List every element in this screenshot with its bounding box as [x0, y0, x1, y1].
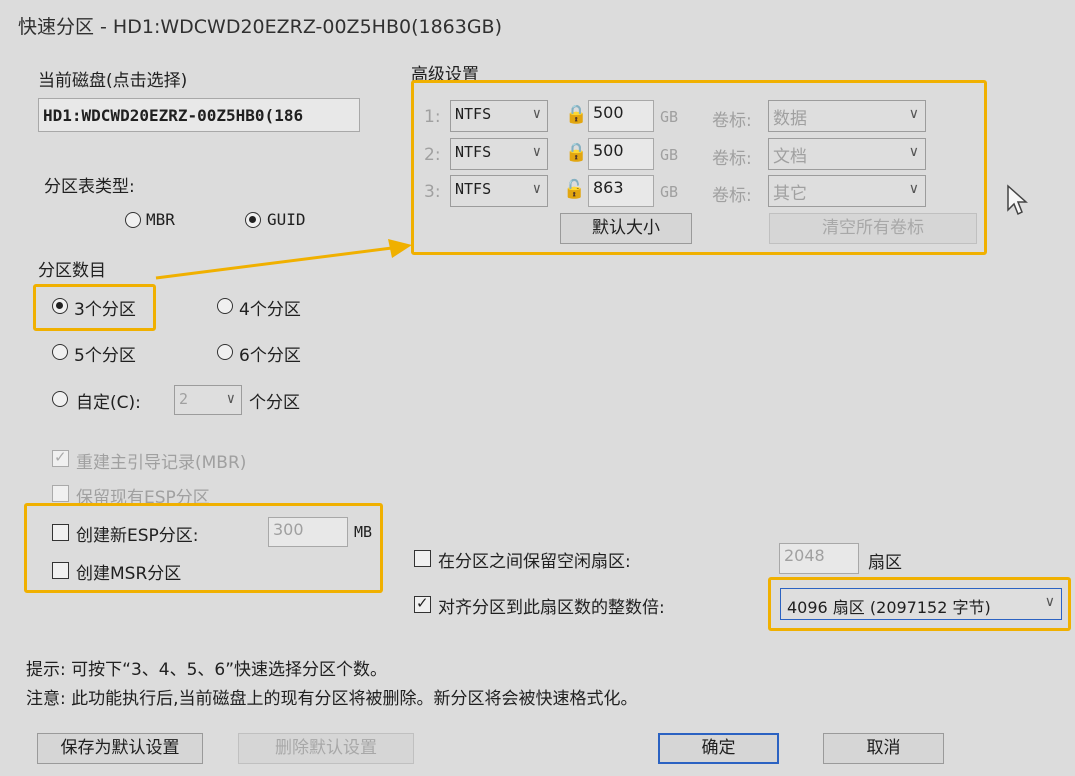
rebuild-mbr-label: 重建主引导记录(MBR)	[76, 453, 247, 473]
radio-4-partitions-label: 4个分区	[239, 300, 301, 320]
custom-count-select[interactable]: 2 ∨	[174, 385, 242, 415]
radio-4-partitions[interactable]	[217, 298, 233, 314]
radio-6-partitions-label: 6个分区	[239, 346, 301, 366]
delete-default-button[interactable]: 删除默认设置	[238, 733, 414, 764]
radio-5-partitions[interactable]	[52, 344, 68, 360]
radio-6-partitions[interactable]	[217, 344, 233, 360]
save-default-button[interactable]: 保存为默认设置	[37, 733, 203, 764]
current-disk-field[interactable]: HD1:WDCWD20EZRZ-00Z5HB0(186	[38, 98, 360, 132]
cursor-icon	[1007, 184, 1028, 216]
reserve-sectors-input[interactable]: 2048	[779, 543, 859, 574]
current-disk-label: 当前磁盘(点击选择)	[38, 71, 188, 91]
align-highlight	[768, 577, 1071, 631]
radio-mbr[interactable]	[125, 212, 141, 228]
annotation-arrow-icon	[155, 239, 412, 280]
radio-guid-label: GUID	[267, 210, 306, 229]
radio-5-partitions-label: 5个分区	[74, 346, 136, 366]
align-checkbox[interactable]	[414, 594, 431, 613]
partition-count-label: 分区数目	[38, 261, 106, 281]
align-label: 对齐分区到此扇区数的整数倍:	[438, 598, 665, 618]
radio-custom[interactable]	[52, 391, 68, 407]
custom-count-suffix: 个分区	[249, 393, 300, 413]
radio-custom-label: 自定(C):	[76, 393, 141, 413]
cancel-button[interactable]: 取消	[823, 733, 944, 764]
reserve-sectors-label: 在分区之间保留空闲扇区:	[438, 552, 631, 572]
chevron-down-icon: ∨	[226, 391, 235, 407]
reserve-sectors-checkbox[interactable]	[414, 550, 431, 567]
custom-count-value: 2	[179, 390, 189, 408]
radio-mbr-label: MBR	[146, 210, 175, 229]
radio-guid[interactable]	[245, 212, 261, 228]
reserve-sectors-unit: 扇区	[868, 553, 902, 573]
hint-note: 注意: 此功能执行后,当前磁盘上的现有分区将被删除。新分区将会被快速格式化。	[26, 689, 638, 709]
hint-tip: 提示: 可按下“3、4、5、6”快速选择分区个数。	[26, 660, 388, 680]
ok-button[interactable]: 确定	[658, 733, 779, 764]
three-partitions-highlight	[33, 284, 156, 331]
esp-msr-highlight	[24, 503, 383, 593]
keep-esp-checkbox[interactable]	[52, 485, 69, 502]
advanced-settings-highlight	[411, 80, 987, 255]
rebuild-mbr-checkbox[interactable]	[52, 448, 69, 467]
window-title: 快速分区 - HD1:WDCWD20EZRZ-00Z5HB0(1863GB)	[18, 16, 503, 38]
partition-table-label: 分区表类型:	[44, 177, 135, 197]
